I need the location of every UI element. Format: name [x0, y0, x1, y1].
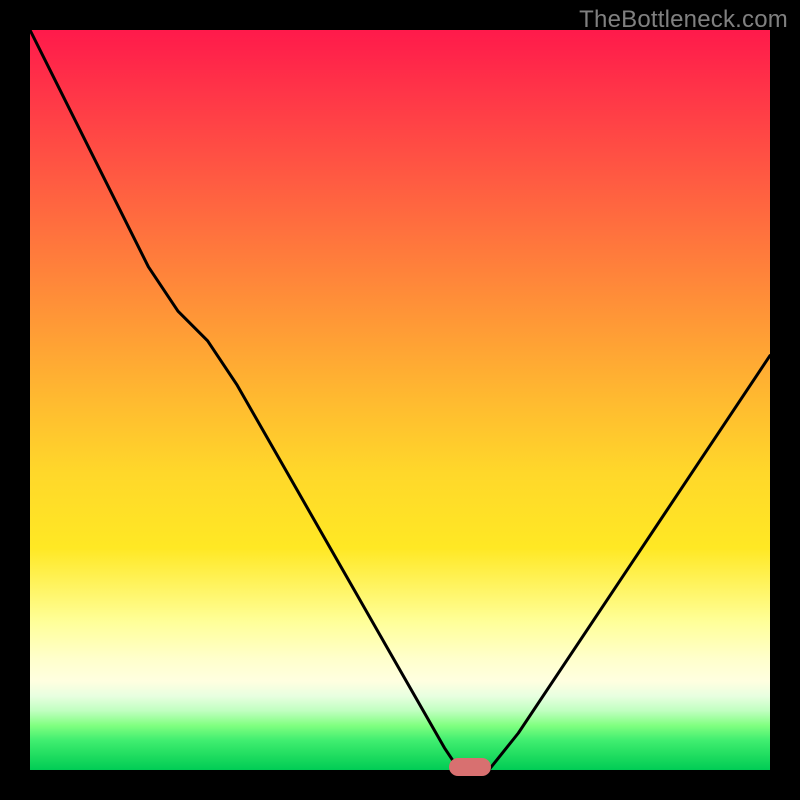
- optimum-marker: [449, 758, 491, 776]
- watermark-text: TheBottleneck.com: [579, 6, 788, 34]
- chart-frame: TheBottleneck.com: [0, 0, 800, 800]
- plot-area: [30, 30, 770, 770]
- bottleneck-curve: [30, 30, 770, 770]
